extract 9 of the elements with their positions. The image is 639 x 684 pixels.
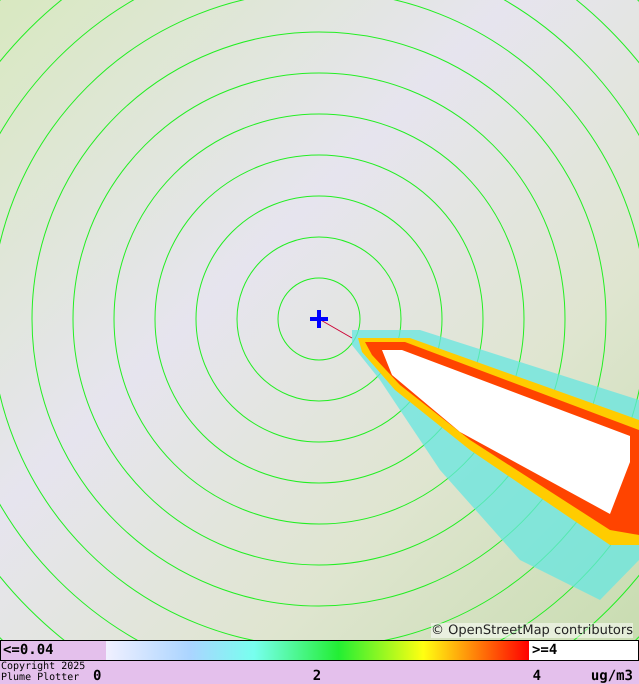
source-marker-icon: [310, 310, 328, 328]
legend-max-label: >=4: [529, 641, 638, 660]
scale-tick-label: 4: [532, 669, 541, 683]
map-attribution: © OpenStreetMap contributors: [431, 623, 633, 638]
unit-label: ug/m3: [590, 667, 634, 683]
copyright-text: Copyright 2025: [1, 661, 86, 672]
scale-tick-label: 0: [93, 669, 102, 683]
copyright-text: Plume Plotter: [1, 672, 80, 683]
scale-tick-label: 2: [312, 669, 322, 683]
